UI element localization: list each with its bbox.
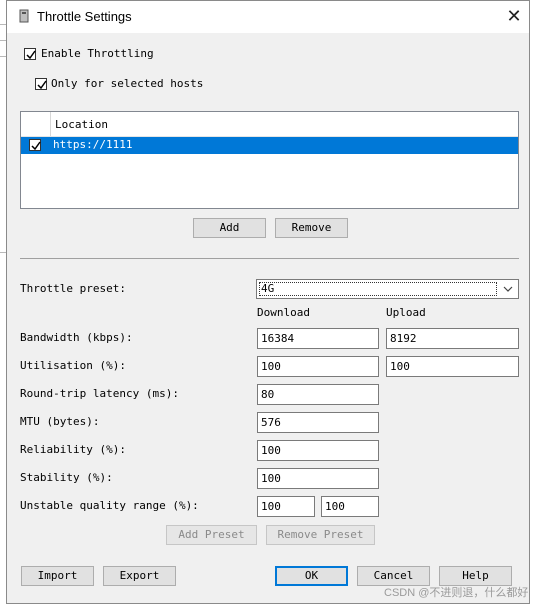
add-preset-button[interactable]: Add Preset (166, 525, 257, 545)
unstable-quality-range-label: Unstable quality range (%): (20, 499, 199, 512)
unstable-range-high-field[interactable]: 100 (321, 496, 379, 517)
checkmark-icon (37, 80, 47, 90)
bandwidth-download-field[interactable]: 16384 (257, 328, 379, 349)
checkmark-icon (26, 50, 36, 60)
window-title: Throttle Settings (37, 9, 132, 24)
enable-throttling-checkbox[interactable] (24, 48, 36, 60)
remove-preset-button[interactable]: Remove Preset (266, 525, 375, 545)
close-button[interactable]: ✕ (499, 1, 529, 33)
stability-field[interactable]: 100 (257, 468, 379, 489)
bandwidth-label: Bandwidth (kbps): (20, 331, 133, 344)
download-column-header: Download (257, 306, 310, 319)
title-bar[interactable]: Throttle Settings ✕ (7, 1, 529, 33)
host-enabled-checkbox[interactable] (29, 139, 41, 151)
bandwidth-upload-field[interactable]: 8192 (386, 328, 519, 349)
upload-column-header: Upload (386, 306, 426, 319)
latency-field[interactable]: 80 (257, 384, 379, 405)
table-row[interactable]: https://1111 (21, 137, 518, 154)
preset-selected-value: 4G (259, 282, 497, 296)
header-separator (50, 112, 51, 136)
app-icon (19, 9, 29, 23)
column-header-location[interactable]: Location (55, 118, 108, 131)
utilisation-label: Utilisation (%): (20, 359, 126, 372)
mtu-field[interactable]: 576 (257, 412, 379, 433)
unstable-range-low-field[interactable]: 100 (257, 496, 315, 517)
export-button[interactable]: Export (103, 566, 176, 586)
throttle-preset-label: Throttle preset: (20, 282, 126, 295)
throttle-preset-dropdown[interactable]: 4G (256, 279, 519, 299)
help-button[interactable]: Help (439, 566, 512, 586)
checkmark-icon (31, 141, 41, 151)
remove-host-button[interactable]: Remove (275, 218, 348, 238)
watermark: CSDN @不进则退，什么都好 (384, 587, 529, 599)
ok-button[interactable]: OK (275, 566, 348, 586)
mtu-label: MTU (bytes): (20, 415, 100, 428)
utilisation-upload-field[interactable]: 100 (386, 356, 519, 377)
stability-label: Stability (%): (20, 471, 113, 484)
reliability-field[interactable]: 100 (257, 440, 379, 461)
add-host-button[interactable]: Add (193, 218, 266, 238)
reliability-label: Reliability (%): (20, 443, 126, 456)
host-location-cell: https://1111 (53, 138, 133, 151)
only-selected-hosts-label: Only for selected hosts (51, 77, 204, 90)
hosts-table[interactable]: Location https://1111 (20, 111, 519, 209)
latency-label: Round-trip latency (ms): (20, 387, 179, 400)
throttle-settings-dialog: Throttle Settings ✕ Enable Throttling On… (6, 0, 530, 604)
enable-throttling-label: Enable Throttling (41, 47, 154, 60)
chevron-down-icon (503, 286, 513, 292)
utilisation-download-field[interactable]: 100 (257, 356, 379, 377)
only-selected-hosts-checkbox[interactable] (35, 78, 47, 90)
section-divider (20, 258, 519, 259)
import-button[interactable]: Import (21, 566, 94, 586)
cancel-button[interactable]: Cancel (357, 566, 430, 586)
